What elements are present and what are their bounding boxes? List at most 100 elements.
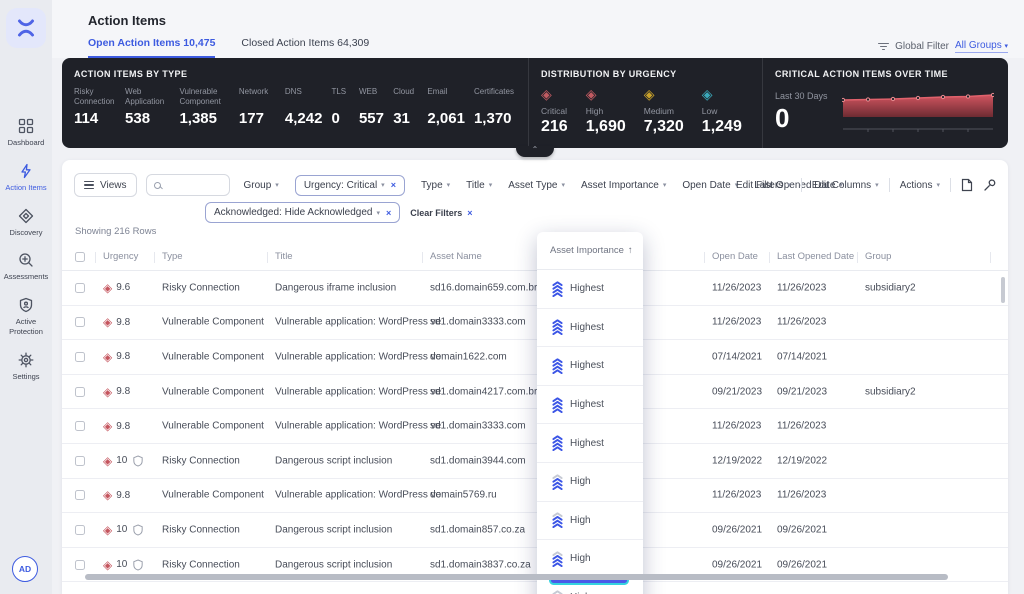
edit-filters-button[interactable]: Edit Filters ▾ — [736, 180, 791, 191]
sidebar-item-discovery[interactable]: Discovery — [0, 208, 52, 238]
cell-title: Dangerous script inclusion — [275, 524, 393, 536]
importance-cell: High — [537, 463, 643, 502]
sidebar-item-label: Discovery — [9, 227, 43, 237]
group-selector[interactable]: All Groups ▾ — [955, 40, 1008, 53]
column-header-group[interactable]: Group — [865, 251, 891, 262]
column-header-asset-name[interactable]: Asset Name — [430, 251, 482, 262]
filter-title[interactable]: Title ▾ — [466, 180, 492, 191]
chevron-down-icon: ▾ — [376, 209, 380, 217]
wrench-icon[interactable] — [983, 178, 996, 192]
table-row[interactable]: ◈ 9.8 Vulnerable Component Vulnerable app… — [62, 409, 1008, 444]
column-header-urgency[interactable]: Urgency — [103, 251, 138, 262]
cell-type: Vulnerable Component — [162, 489, 264, 501]
stats-over-time-title: CRITICAL ACTION ITEMS OVER TIME — [775, 69, 948, 79]
chevron-down-icon: ▾ — [446, 182, 451, 189]
stats-by-urgency-items: ◈ Critical 216 ◈ High 1,690 ◈ Medium 7,320 ◈ Lo… — [541, 87, 750, 136]
tab-open-action-items[interactable]: Open Action Items 10,475 — [88, 37, 216, 58]
stat-cloud: Cloud 31 — [393, 87, 415, 127]
cell-type: Vulnerable Component — [162, 351, 264, 363]
chevron-stack-icon — [552, 589, 563, 594]
urgency-diamond-icon: ◈ — [103, 419, 113, 434]
filter-asset-importance[interactable]: Asset Importance ▾ — [581, 180, 666, 191]
table-row[interactable]: ◈ 9.8 Vulnerable Component Vulnerable app… — [62, 478, 1008, 514]
stats-by-type-items: Risky Connection 114 Web Application 538 V… — [74, 87, 516, 127]
shield-icon — [133, 455, 144, 467]
column-header-title[interactable]: Title — [275, 251, 293, 262]
row-checkbox[interactable] — [75, 317, 85, 328]
search-input[interactable] — [145, 174, 230, 196]
sidebar-item-active-protection[interactable]: Active Protection — [0, 297, 52, 337]
sidebar-item-label: Action Items — [5, 182, 47, 192]
row-checkbox[interactable] — [75, 351, 85, 362]
table-row[interactable]: ◈ 10 Risky Connection Dangerous script in… — [62, 443, 1008, 479]
cell-last-opened-date: 09/26/2021 — [777, 524, 828, 536]
user-avatar[interactable]: AD — [12, 556, 38, 582]
row-checkbox[interactable] — [75, 421, 85, 432]
select-all-checkbox[interactable] — [75, 252, 85, 262]
floating-column-header[interactable]: Asset Importance ↑ — [537, 232, 643, 270]
table-row[interactable]: ◈ 9.8 Vulnerable Component Vulnerable app… — [62, 340, 1008, 375]
chevron-stack-icon — [552, 358, 563, 374]
sort-asc-icon: ↑ — [627, 245, 633, 256]
table-row[interactable]: ◈ 9.6 Risky Connection Dangerous iframe i… — [62, 271, 1008, 306]
sidebar-item-assessments[interactable]: Assessments — [0, 252, 52, 282]
floating-column-asset-importance[interactable]: Asset Importance ↑ Highest Highest Highe… — [537, 232, 643, 594]
app-logo[interactable] — [6, 8, 46, 48]
views-button[interactable]: Views — [74, 173, 137, 197]
table-row[interactable]: ◈ 9.8 Vulnerable Component Vulnerable app… — [62, 374, 1008, 410]
filter-chip-acknowledged[interactable]: Acknowledged: Hide Acknowledged ▾ × — [205, 202, 401, 223]
importance-cell: High — [537, 502, 643, 541]
gear-icon — [18, 352, 34, 367]
stats-collapse-handle[interactable]: ⌃ — [516, 146, 554, 157]
app-window: Dashboard Action Items Discovery Assessm… — [0, 0, 1024, 594]
filter-group[interactable]: Group ▾ — [244, 180, 279, 191]
magnifier-icon — [153, 181, 161, 189]
horizontal-scrollbar[interactable] — [85, 574, 948, 580]
row-checkbox[interactable] — [75, 559, 85, 570]
edit-columns-button[interactable]: Edit Columns ▾ — [812, 180, 879, 191]
remove-filter-icon[interactable]: × — [391, 180, 396, 190]
sidebar: Dashboard Action Items Discovery Assessm… — [0, 0, 52, 594]
cell-open-date: 11/26/2023 — [712, 316, 762, 328]
cell-asset-name: sd1.domain3333.com — [430, 420, 526, 432]
filter-lines-icon — [878, 42, 890, 51]
row-checkbox[interactable] — [75, 282, 85, 293]
table-row[interactable]: ◈ 9.8 Vulnerable Component Vulnerable app… — [62, 305, 1008, 341]
row-checkbox[interactable] — [75, 490, 85, 501]
magnifier-plus-icon — [19, 253, 33, 267]
row-checkbox[interactable] — [75, 455, 85, 466]
stat-email: Email 2,061 — [427, 87, 465, 127]
cell-type: Risky Connection — [162, 524, 240, 536]
actions-button[interactable]: Actions ▾ — [900, 180, 940, 191]
column-header-last-opened-date[interactable]: Last Opened Date — [777, 251, 854, 262]
cell-title: Vulnerable application: WordPress ve — [275, 420, 442, 432]
dashboard-icon — [18, 118, 34, 134]
clear-filters-button[interactable]: Clear Filters × — [410, 208, 472, 218]
filter-asset-type[interactable]: Asset Type ▾ — [508, 180, 565, 191]
filter-type[interactable]: Type ▾ — [421, 180, 450, 191]
importance-cell: Highest — [537, 347, 643, 386]
column-header-type[interactable]: Type — [162, 251, 183, 262]
time-big-value: 0 — [775, 103, 790, 133]
tab-closed-action-items[interactable]: Closed Action Items 64,309 — [241, 37, 369, 58]
column-header-open-date[interactable]: Open Date — [712, 251, 758, 262]
table-row[interactable]: ◈ 10 Risky Connection Dangerous script in… — [62, 513, 1008, 548]
remove-filter-icon[interactable]: × — [386, 208, 391, 218]
filter-chip-urgency-critical[interactable]: Urgency: Critical ▾ × — [294, 174, 405, 196]
urgency-diamond-icon: ◈ — [103, 384, 113, 399]
stats-over-time: CRITICAL ACTION ITEMS OVER TIME Last 30 … — [762, 58, 1008, 148]
row-checkbox[interactable] — [75, 524, 85, 535]
sidebar-item-dashboard[interactable]: Dashboard — [0, 118, 52, 148]
vertical-scrollbar[interactable] — [1000, 277, 1005, 303]
sidebar-item-label: Active Protection — [9, 317, 43, 336]
chevron-stack-icon — [552, 435, 563, 452]
sidebar-item-action-items[interactable]: Action Items — [0, 163, 52, 193]
chevron-down-icon: ▾ — [662, 182, 667, 189]
cell-open-date: 11/26/2023 — [712, 489, 762, 501]
row-checkbox[interactable] — [75, 386, 85, 397]
export-file-icon[interactable] — [961, 178, 973, 192]
filter-open-date[interactable]: Open Date ▾ — [682, 180, 738, 191]
x-logo-icon — [18, 19, 34, 37]
time-period-label: Last 30 Days — [775, 91, 828, 101]
sidebar-item-settings[interactable]: Settings — [0, 352, 52, 382]
